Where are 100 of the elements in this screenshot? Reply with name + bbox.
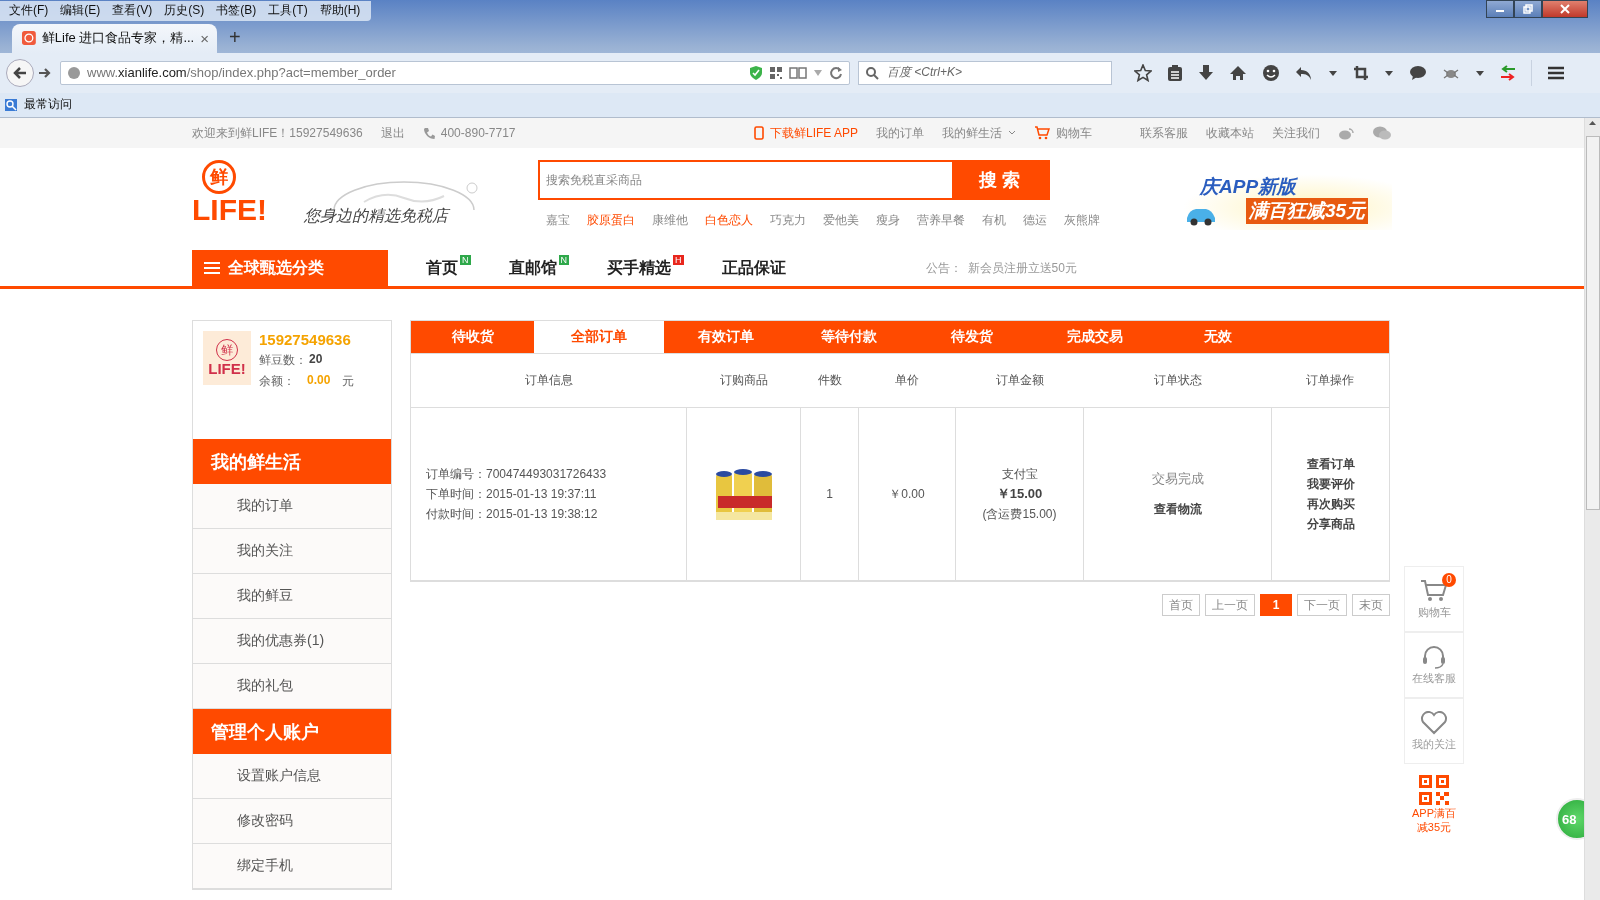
qr-code-icon[interactable] bbox=[769, 65, 783, 80]
float-panel-button[interactable]: 0 购物车 bbox=[1404, 566, 1464, 632]
hot-keyword[interactable]: 瘦身 bbox=[876, 212, 900, 229]
pagination-button[interactable]: 首页 bbox=[1162, 594, 1200, 616]
sidebar-item[interactable]: 我的鲜豆 bbox=[193, 574, 391, 619]
browser-search-field[interactable]: 百度 <Ctrl+K> bbox=[858, 60, 1112, 85]
bookmark-star-icon[interactable] bbox=[1134, 63, 1152, 82]
float-panel-button[interactable]: 我的关注 bbox=[1404, 698, 1464, 764]
dropdown-icon[interactable] bbox=[1384, 68, 1394, 77]
sidebar-item[interactable]: 设置账户信息 bbox=[193, 754, 391, 799]
sidebar-item[interactable]: 我的优惠券(1) bbox=[193, 619, 391, 664]
tab-close-button[interactable]: × bbox=[200, 29, 209, 47]
browser-tab[interactable]: 鲜Life 进口食品专家，精... × bbox=[12, 23, 217, 53]
menu-item[interactable]: 查看(V) bbox=[107, 2, 158, 19]
top-link[interactable]: 收藏本站 bbox=[1206, 124, 1254, 142]
pagination-button[interactable]: 上一页 bbox=[1205, 594, 1255, 616]
notice-text[interactable]: 新会员注册立送50元 bbox=[967, 259, 1077, 277]
hot-keyword[interactable]: 灰熊牌 bbox=[1064, 212, 1100, 229]
welcome-text: 欢迎来到鲜LIFE！15927549636 bbox=[192, 124, 363, 142]
top-dropdown-link[interactable]: 我的鲜生活 bbox=[942, 124, 1016, 142]
hot-keyword[interactable]: 白色恋人 bbox=[705, 212, 753, 229]
logistics-link[interactable]: 查看物流 bbox=[1085, 499, 1270, 519]
sidebar-item[interactable]: 我的关注 bbox=[193, 529, 391, 574]
order-info-line: 付款时间：2015-01-13 19:38:12 bbox=[426, 506, 599, 523]
unit-price-cell: ￥0.00 bbox=[858, 407, 956, 581]
order-status: 交易完成 bbox=[1150, 470, 1205, 488]
column-header: 单价 bbox=[858, 353, 956, 408]
address-bar[interactable]: www.xianlife.com/shop/index.php?act=member_order bbox=[60, 60, 850, 85]
reader-icon[interactable] bbox=[789, 65, 807, 80]
tab-title: 鲜Life 进口食品专家，精... bbox=[41, 29, 195, 47]
top-link[interactable]: 我的订单 bbox=[876, 124, 924, 142]
hot-keyword[interactable]: 巧克力 bbox=[770, 212, 806, 229]
minimize-button[interactable] bbox=[1486, 0, 1514, 18]
order-action-link[interactable]: 我要评价 bbox=[1273, 474, 1388, 494]
pagination-button[interactable]: 1 bbox=[1260, 594, 1292, 616]
back-button[interactable] bbox=[6, 58, 34, 87]
sidebar-item[interactable]: 修改密码 bbox=[193, 799, 391, 844]
menu-item[interactable]: 帮助(H) bbox=[314, 2, 366, 19]
bookmark-item[interactable]: 最常访问 bbox=[4, 96, 72, 113]
floating-counter-badge[interactable]: 68 bbox=[1556, 798, 1584, 840]
notice-label: 公告： bbox=[925, 259, 962, 277]
dropdown-icon[interactable] bbox=[1328, 68, 1338, 77]
slogan-text: 您身边的精选免税店 bbox=[304, 206, 544, 227]
cart-link[interactable]: 购物车 bbox=[1034, 124, 1092, 142]
new-tab-button[interactable]: + bbox=[229, 25, 241, 49]
clipboard-icon[interactable] bbox=[1167, 63, 1183, 82]
float-panel-button[interactable]: 在线客服 bbox=[1404, 632, 1464, 698]
order-action-link[interactable]: 再次购买 bbox=[1273, 494, 1388, 514]
download-icon[interactable] bbox=[1198, 63, 1214, 82]
sync-arrows-icon[interactable] bbox=[1500, 64, 1516, 81]
caret-icon bbox=[1008, 130, 1016, 136]
search-icon bbox=[865, 65, 879, 80]
home-icon[interactable] bbox=[1229, 64, 1247, 81]
restore-button[interactable] bbox=[1514, 0, 1542, 18]
menu-item[interactable]: 工具(T) bbox=[263, 2, 313, 19]
hot-keyword[interactable]: 有机 bbox=[982, 212, 1006, 229]
nav-link[interactable]: 首页 bbox=[426, 257, 458, 279]
menu-item[interactable]: 书签(B) bbox=[211, 2, 262, 19]
menu-icon[interactable] bbox=[1547, 64, 1565, 81]
logout-link[interactable]: 退出 bbox=[380, 124, 405, 142]
hot-keyword[interactable]: 胶原蛋白 bbox=[587, 212, 635, 229]
scrollbar-thumb[interactable] bbox=[1585, 136, 1600, 510]
order-action-link[interactable]: 分享商品 bbox=[1273, 514, 1388, 534]
nav-link[interactable]: 买手精选 bbox=[607, 257, 671, 279]
download-app-link[interactable]: 下载鲜LIFE APP bbox=[753, 124, 858, 142]
hot-keyword[interactable]: 康维他 bbox=[652, 212, 688, 229]
forward-button[interactable] bbox=[38, 65, 52, 80]
menu-item[interactable]: 历史(S) bbox=[159, 2, 210, 19]
chat-bubble-icon[interactable] bbox=[1409, 64, 1427, 81]
hot-keyword[interactable]: 嘉宝 bbox=[546, 212, 570, 229]
top-link[interactable]: 关注我们 bbox=[1272, 124, 1320, 142]
dropdown-icon[interactable] bbox=[1475, 68, 1485, 77]
menu-icon bbox=[204, 262, 220, 274]
menu-item[interactable]: 编辑(E) bbox=[55, 2, 106, 19]
nav-link[interactable]: 直邮馆 bbox=[508, 257, 557, 279]
pagination-button[interactable]: 下一页 bbox=[1297, 594, 1347, 616]
order-tab[interactable]: 全部订单 bbox=[534, 321, 664, 353]
search-placeholder: 百度 <Ctrl+K> bbox=[887, 64, 963, 81]
category-menu-button[interactable]: 全球甄选分类 bbox=[192, 250, 388, 286]
hot-keyword[interactable]: 德运 bbox=[1023, 212, 1047, 229]
nav-link[interactable]: 正品保证 bbox=[721, 257, 786, 279]
sidebar-item[interactable]: 绑定手机 bbox=[193, 844, 391, 889]
sidebar-item[interactable]: 我的订单 bbox=[193, 484, 391, 529]
username-text: 15927549636 bbox=[259, 331, 352, 348]
scrollbar[interactable] bbox=[1584, 118, 1600, 900]
pagination-button[interactable]: 末页 bbox=[1352, 594, 1390, 616]
site-logo[interactable]: 鲜 LIFE! bbox=[192, 160, 282, 226]
order-action-link[interactable]: 查看订单 bbox=[1273, 454, 1388, 474]
hot-keyword[interactable]: 爱他美 bbox=[823, 212, 859, 229]
smiley-icon[interactable] bbox=[1262, 63, 1280, 82]
close-button[interactable] bbox=[1542, 0, 1588, 18]
reload-icon[interactable] bbox=[829, 65, 843, 80]
hot-keyword[interactable]: 营养早餐 bbox=[917, 212, 965, 229]
sidebar-heading: 我的鲜生活 bbox=[193, 439, 391, 484]
sidebar-item[interactable]: 我的礼包 bbox=[193, 664, 391, 709]
app-qr-promo[interactable]: APP满百 减35元 bbox=[1412, 774, 1456, 834]
menu-item[interactable]: 文件(F) bbox=[4, 2, 54, 19]
top-link[interactable]: 联系客服 bbox=[1140, 124, 1188, 142]
shipping-note: (含运费15.00) bbox=[981, 506, 1058, 523]
crop-icon[interactable] bbox=[1353, 64, 1369, 81]
